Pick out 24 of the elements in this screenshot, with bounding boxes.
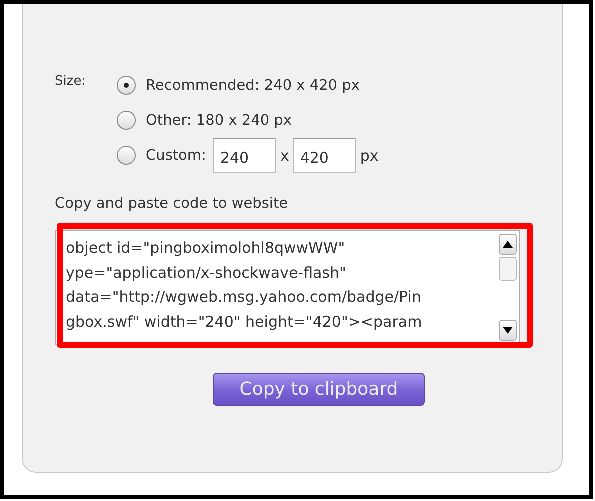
option-label: Other: 180 x 240 px — [146, 112, 292, 128]
size-label: Size: — [55, 73, 88, 91]
scrollbar[interactable] — [497, 231, 519, 344]
down-triangle-icon — [503, 327, 513, 334]
code-text-area[interactable]: object id="pingboximolohl8qwwWW" ype="application/x-shockwave-flash" data="http://wgweb.msg.yahoo.com/badge/Pin gbox.swf" width="240" height="420"><param — [55, 230, 520, 345]
radio-button[interactable] — [117, 111, 136, 130]
option-label: Recommended: 240 x 420 px — [146, 78, 360, 94]
scroll-up-button[interactable] — [499, 234, 517, 255]
unit-label: px — [360, 146, 379, 164]
code-line: data="http://wgweb.msg.yahoo.com/badge/Pin — [66, 287, 422, 308]
radio-button[interactable] — [117, 146, 136, 165]
scroll-down-button[interactable] — [499, 320, 517, 341]
height-input-field[interactable]: 420 — [293, 138, 356, 173]
code-line: ype="application/x-shockwave-flash" — [66, 262, 348, 284]
width-input-field[interactable]: 240 — [213, 138, 276, 173]
radio-button[interactable] — [117, 76, 136, 95]
code-line: gbox.swf" width="240" height="420"><param — [66, 312, 424, 332]
option-label: Custom: — [146, 148, 206, 164]
code-line: object id="pingboximolohl8qwwWW" — [66, 238, 346, 259]
copy-to-clipboard-button[interactable]: Copy to clipboard — [213, 373, 425, 406]
times-label: x — [280, 146, 290, 164]
code-label: Copy and paste code to website — [55, 196, 290, 212]
scroll-thumb[interactable] — [499, 257, 517, 281]
up-triangle-icon — [503, 241, 513, 248]
